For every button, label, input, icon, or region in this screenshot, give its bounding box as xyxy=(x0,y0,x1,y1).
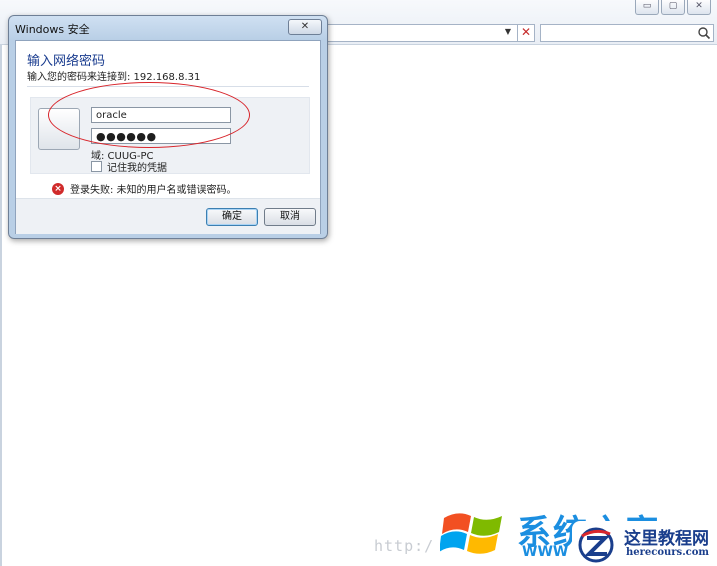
remember-checkbox[interactable] xyxy=(91,161,102,172)
address-bar[interactable] xyxy=(320,24,518,42)
search-input[interactable] xyxy=(540,24,714,42)
dialog-subheading: 输入您的密码来连接到: 192.168.8.31 xyxy=(27,72,201,83)
watermark-www: WWW xyxy=(522,544,569,560)
windows-logo-icon xyxy=(440,513,502,554)
remember-credentials[interactable]: 记住我的凭据 xyxy=(91,159,167,174)
error-message: × 登录失败: 未知的用户名或错误密码。 xyxy=(52,181,237,196)
username-field[interactable]: oracle xyxy=(91,107,231,123)
cancel-button[interactable]: 取消 xyxy=(264,208,316,226)
window-controls: ▭ ▢ ✕ xyxy=(635,0,711,15)
credential-tile: oracle ●●●●●● 域: CUUG-PC 记住我的凭据 xyxy=(30,97,310,174)
dialog-footer: 确定 取消 xyxy=(16,198,320,234)
search-icon[interactable] xyxy=(697,26,711,40)
user-avatar-icon xyxy=(38,108,80,150)
dialog-title: Windows 安全 xyxy=(15,23,90,36)
watermark-url: http:/ xyxy=(374,537,435,555)
password-field[interactable]: ●●●●●● xyxy=(91,128,231,144)
page-border xyxy=(0,44,2,566)
divider xyxy=(27,86,309,87)
ok-button[interactable]: 确定 xyxy=(206,208,258,226)
error-icon: × xyxy=(52,182,64,195)
chevron-down-icon[interactable]: ▼ xyxy=(500,24,516,40)
dialog-heading: 输入网络密码 xyxy=(27,54,106,69)
windows-security-dialog: Windows 安全 ✕ 输入网络密码 输入您的密码来连接到: 192.168.… xyxy=(8,15,328,239)
site-logo-icon xyxy=(578,527,614,563)
minimize-button[interactable]: ▭ xyxy=(635,0,659,15)
dialog-close-button[interactable]: ✕ xyxy=(288,19,322,35)
stop-button[interactable]: ✕ xyxy=(517,24,535,42)
remember-label: 记住我的凭据 xyxy=(107,163,167,174)
site-badge: 这里教程网 herecours.com xyxy=(572,521,717,566)
site-url: herecours.com xyxy=(626,547,710,558)
maximize-button[interactable]: ▢ xyxy=(661,0,685,15)
error-text: 登录失败: 未知的用户名或错误密码。 xyxy=(70,185,237,196)
dialog-body: 输入网络密码 输入您的密码来连接到: 192.168.8.31 oracle ●… xyxy=(15,40,321,234)
window-close-button[interactable]: ✕ xyxy=(687,0,711,15)
site-name: 这里教程网 xyxy=(624,529,709,549)
